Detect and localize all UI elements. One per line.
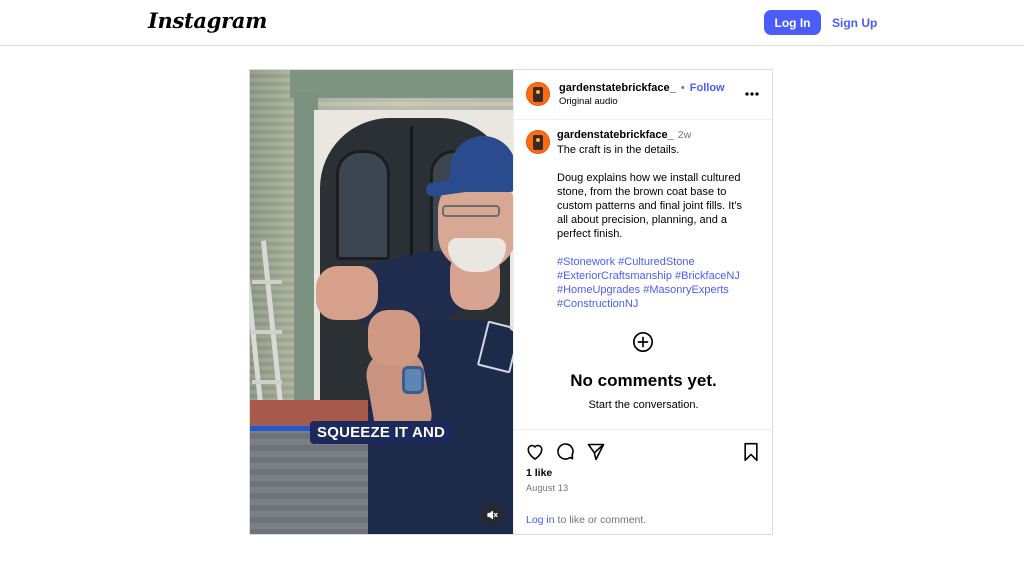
volume-muted-icon[interactable] (481, 504, 503, 526)
video-scene-hand (368, 310, 420, 366)
more-horizontal-icon[interactable] (742, 84, 762, 104)
audio-label[interactable]: Original audio (559, 96, 618, 107)
login-prompt: Log in to like or comment. (526, 514, 646, 526)
hashtag-line[interactable]: #ConstructionNJ (557, 297, 762, 311)
caption-avatar[interactable] (526, 130, 550, 154)
post-comments-area: gardenstatebrickface_ 2w The craft is in … (514, 121, 773, 431)
separator-dot: • (680, 82, 685, 94)
video-scene-trim (290, 70, 513, 98)
heart-icon[interactable] (523, 440, 547, 464)
hashtag-line[interactable]: #Stonework #CulturedStone (557, 255, 762, 269)
video-scene-ladder-step (252, 330, 282, 334)
like-count[interactable]: 1 like (526, 467, 552, 479)
post-date[interactable]: August 13 (526, 483, 568, 493)
user-avatar[interactable] (526, 82, 550, 106)
caption-time[interactable]: 2w (678, 129, 691, 141)
caption-line: stone, from the brown coat base to (557, 186, 727, 198)
login-link[interactable]: Log in (526, 514, 555, 526)
caption-line: Doug explains how we install cultured (557, 172, 741, 184)
video-scene-watch (402, 366, 424, 394)
caption-line: perfect finish. (557, 228, 623, 240)
follow-button[interactable]: Follow (690, 82, 725, 94)
video-scene-glasses (442, 205, 500, 217)
instagram-logo[interactable]: Instagram (148, 8, 267, 33)
caption-line: custom patterns and final joint fills. I… (557, 200, 743, 212)
video-caption-overlay: SQUEEZE IT AND (310, 421, 453, 444)
hashtag-line[interactable]: #HomeUpgrades #MasonryExperts (557, 283, 762, 297)
video-scene-ladder-step (252, 380, 282, 384)
caption-username[interactable]: gardenstatebrickface_ (557, 129, 674, 141)
signup-link[interactable]: Sign Up (832, 16, 877, 30)
post-actions: 1 like August 13 Log in to like or comme… (514, 429, 773, 534)
post-side-panel: gardenstatebrickface_ • Follow Original … (513, 70, 773, 534)
no-comments-title: No comments yet. (570, 371, 717, 390)
caption-line: The craft is in the details. (557, 144, 680, 156)
caption-line: all about precision, planning, and a (557, 214, 728, 226)
video-scene-ladder-step (252, 280, 282, 284)
login-button[interactable]: Log In (764, 10, 821, 35)
hashtag-line[interactable]: #ExteriorCraftsmanship #BrickfaceNJ (557, 269, 762, 283)
comment-icon[interactable] (553, 440, 577, 464)
no-comments-subtitle: Start the conversation. (588, 399, 699, 411)
post-header: gardenstatebrickface_ • Follow Original … (514, 70, 773, 120)
caption-header: gardenstatebrickface_ 2w (557, 129, 691, 141)
post-card: SQUEEZE IT AND gardenstatebrickface_ • F… (249, 69, 773, 535)
post-username[interactable]: gardenstatebrickface_ (559, 82, 676, 94)
login-prompt-text: to like or comment. (554, 514, 647, 526)
video-scene-door-glass (336, 150, 390, 260)
add-circle-icon (632, 331, 654, 353)
share-icon[interactable] (584, 440, 608, 464)
video-scene-hand (316, 266, 378, 320)
top-navigation-bar: Instagram Log In Sign Up (0, 0, 1024, 46)
bookmark-icon[interactable] (739, 440, 763, 464)
post-video[interactable]: SQUEEZE IT AND (250, 70, 513, 534)
